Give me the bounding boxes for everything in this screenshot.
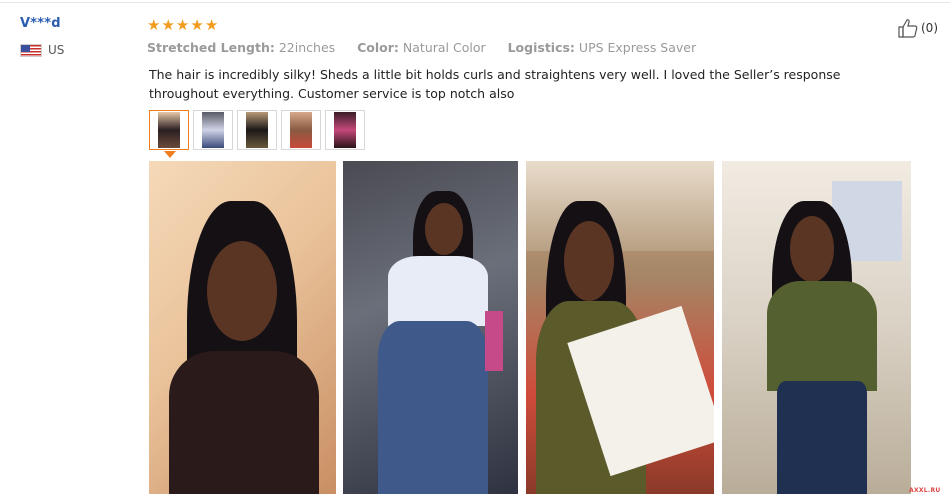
selected-thumbnail-indicator: [164, 151, 176, 158]
thumbnail-image: [246, 112, 268, 148]
review-photo-4[interactable]: [722, 161, 911, 494]
star-icon: ★: [175, 16, 190, 34]
reviewer-country: US: [20, 43, 64, 57]
review-text: The hair is incredibly silky! Sheds a li…: [149, 67, 841, 101]
review-photo-1[interactable]: [149, 161, 336, 494]
country-code: US: [48, 43, 65, 57]
color-value: Natural Color: [402, 40, 486, 55]
length-label: Stretched Length:: [147, 40, 275, 55]
reviewer-info: V***d US: [20, 16, 64, 57]
photo-thumbnails: [149, 110, 365, 150]
logistics-value: UPS Express Saver: [578, 40, 697, 55]
thumbnail-5[interactable]: [325, 110, 365, 150]
logistics-label: Logistics:: [507, 40, 575, 55]
watermark-text: AXXL.RU: [909, 487, 941, 494]
thumbnail-image: [334, 112, 356, 148]
helpful-button[interactable]: (0): [897, 18, 938, 38]
thumbnail-image: [290, 112, 312, 148]
length-value: 22inches: [278, 40, 336, 55]
star-icon: ★: [190, 16, 204, 34]
color-label: Color:: [357, 40, 399, 55]
thumbnail-3[interactable]: [237, 110, 277, 150]
review-photo-2[interactable]: [343, 161, 518, 494]
thumbnail-image: [158, 112, 180, 148]
star-icon: ★: [204, 16, 219, 34]
top-divider: [0, 2, 950, 3]
star-rating: ★ ★ ★ ★ ★: [147, 17, 218, 33]
star-icon: ★: [161, 16, 175, 34]
thumbnail-1[interactable]: [149, 110, 189, 150]
reviewer-name[interactable]: V***d: [20, 16, 64, 31]
thumbnail-4[interactable]: [281, 110, 321, 150]
order-attributes: Stretched Length: 22inches Color: Natura…: [147, 40, 696, 55]
star-icon: ★: [147, 16, 161, 34]
helpful-count: (0): [921, 21, 938, 35]
thumbs-up-icon: [898, 19, 918, 38]
thumbnail-2[interactable]: [193, 110, 233, 150]
thumbnail-image: [202, 112, 224, 148]
us-flag-icon: [20, 43, 42, 57]
review-photo-3[interactable]: [526, 161, 714, 494]
